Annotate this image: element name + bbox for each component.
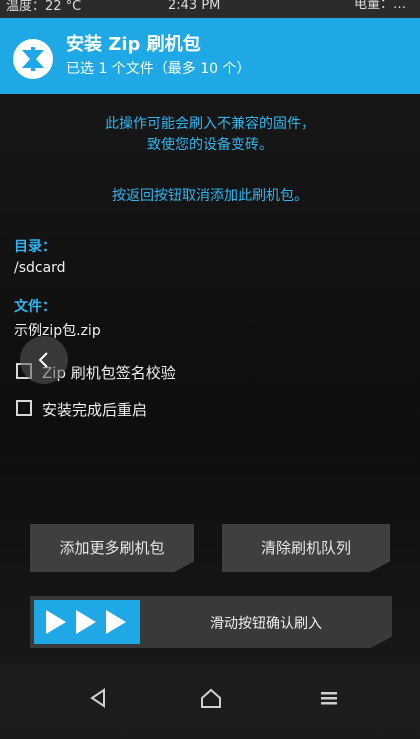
file-value: 示例zip包.zip <box>14 323 101 339</box>
warning-line-2: 致使您的设备变砖。 <box>147 137 273 153</box>
menu-icon[interactable] <box>317 686 341 710</box>
screen: 温度：22 °C 2:43 PM 电量：… 安装 Zip 刷机包 已选 1 个文… <box>0 0 420 739</box>
warning-line-1: 此操作可能会刷入不兼容的固件， <box>105 116 315 132</box>
slider-label: 滑动按钮确认刷入 <box>210 616 322 632</box>
page-subtitle: 已选 1 个文件（最多 10 个） <box>66 61 251 77</box>
home-icon[interactable] <box>199 686 223 710</box>
swipe-to-flash-slider[interactable]: 滑动按钮确认刷入 <box>30 596 392 648</box>
directory-value: /sdcard <box>14 260 66 276</box>
status-bar: 温度：22 °C 2:43 PM 电量：… <box>0 0 420 18</box>
back-gesture-arrow[interactable] <box>20 336 68 384</box>
navigation-bar <box>0 664 420 730</box>
battery-readout: 电量：… <box>353 0 406 12</box>
cancel-hint: 按返回按钮取消添加此刷机包。 <box>112 188 308 204</box>
twrp-logo-icon <box>12 38 54 80</box>
clock: 2:43 PM <box>168 0 221 13</box>
header: 安装 Zip 刷机包 已选 1 个文件（最多 10 个） <box>0 18 420 94</box>
slider-handle[interactable] <box>34 600 140 644</box>
clear-zip-queue-button[interactable]: 清除刷机队列 <box>222 524 390 572</box>
page-title: 安装 Zip 刷机包 <box>66 34 201 55</box>
triple-arrow-icon <box>46 610 126 634</box>
temperature-readout: 温度：22 °C <box>6 0 82 14</box>
reboot-after-install-checkbox[interactable] <box>16 400 32 416</box>
directory-label: 目录： <box>14 239 56 255</box>
chevron-left-icon <box>38 352 48 368</box>
reboot-after-install-label: 安装完成后重启 <box>42 401 148 419</box>
add-more-zips-button[interactable]: 添加更多刷机包 <box>30 524 194 572</box>
back-triangle-icon[interactable] <box>86 686 110 710</box>
file-label: 文件： <box>14 299 56 315</box>
